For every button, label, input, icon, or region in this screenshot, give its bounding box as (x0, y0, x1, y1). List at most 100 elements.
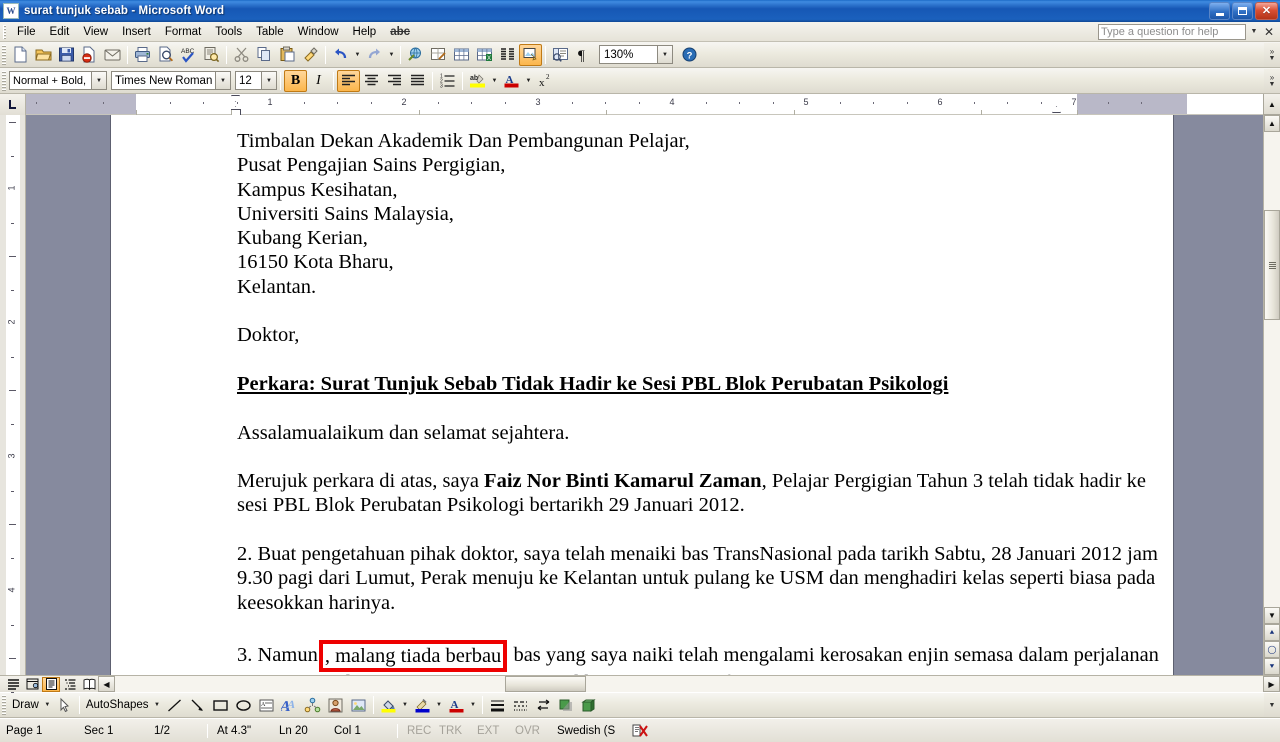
status-track-changes[interactable]: TRK (439, 725, 477, 737)
menu-format[interactable]: Format (158, 24, 208, 40)
menu-table[interactable]: Table (249, 24, 291, 40)
align-center-icon[interactable] (360, 70, 383, 92)
line-color-icon[interactable] (411, 694, 434, 716)
previous-page-button[interactable]: ⯅ (1264, 624, 1280, 641)
scroll-left-button[interactable]: ◀ (98, 676, 115, 692)
undo-dropdown-arrow-icon[interactable]: ▼ (352, 44, 363, 66)
scroll-down-button[interactable]: ▼ (1264, 607, 1280, 624)
print-layout-view-button[interactable] (42, 676, 60, 692)
document-body[interactable]: Timbalan Dekan Akademik Dan Pembangunan … (237, 129, 1173, 675)
menu-view[interactable]: View (76, 24, 115, 40)
redo-dropdown-arrow-icon[interactable]: ▼ (386, 44, 397, 66)
menubar-grip[interactable] (3, 24, 6, 39)
help-icon[interactable]: ? (678, 44, 701, 66)
email-icon[interactable] (101, 44, 124, 66)
next-page-button[interactable]: ⯆ (1264, 658, 1280, 675)
menu-file[interactable]: File (10, 24, 43, 40)
tab-stop-selector[interactable] (0, 94, 26, 115)
hyperlink-icon[interactable] (404, 44, 427, 66)
oval-icon[interactable] (232, 694, 255, 716)
scroll-up-button-top[interactable]: ▲ (1263, 94, 1280, 115)
justify-icon[interactable] (406, 70, 429, 92)
cut-scissors-icon[interactable] (230, 44, 253, 66)
autoshapes-dropdown-arrow-icon[interactable]: ▼ (152, 694, 163, 716)
vertical-scroll-track[interactable] (1264, 132, 1280, 607)
align-left-icon[interactable] (337, 69, 360, 92)
spelling-check-icon[interactable]: ABC (177, 44, 200, 66)
spelling-status-icon[interactable] (631, 723, 649, 739)
3d-style-icon[interactable] (578, 694, 601, 716)
status-record-macro[interactable]: REC (401, 725, 439, 737)
select-objects-icon[interactable] (53, 694, 76, 716)
italic-icon[interactable]: I (307, 70, 330, 92)
line-icon[interactable] (163, 694, 186, 716)
menu-tools[interactable]: Tools (208, 24, 249, 40)
ask-a-question-input[interactable]: Type a question for help (1098, 23, 1246, 40)
insert-excel-sheet-icon[interactable]: X (473, 44, 496, 66)
arrow-style-icon[interactable] (532, 694, 555, 716)
right-indent-marker[interactable] (1052, 106, 1061, 113)
permission-icon[interactable] (78, 44, 101, 66)
drawing-icon[interactable] (519, 43, 542, 66)
format-painter-icon[interactable] (299, 44, 322, 66)
chevron-down-icon[interactable]: ▼ (1248, 24, 1260, 40)
horizontal-scroll-track[interactable] (115, 676, 1263, 692)
show-formatting-icon[interactable]: ¶ (572, 44, 595, 66)
font-color-dropdown-arrow-icon[interactable]: ▼ (468, 694, 479, 716)
toolbar-options-overflow-button[interactable]: » ▼ (1264, 42, 1280, 67)
normal-view-button[interactable] (4, 677, 22, 692)
document-page[interactable]: Timbalan Dekan Akademik Dan Pembangunan … (110, 115, 1174, 675)
columns-icon[interactable] (496, 44, 519, 66)
redo-icon[interactable] (363, 44, 386, 66)
fill-color-icon[interactable] (377, 694, 400, 716)
draw-menu-button[interactable]: Draw (9, 699, 42, 711)
open-folder-icon[interactable] (32, 44, 55, 66)
research-icon[interactable] (200, 44, 223, 66)
standard-toolbar-grip[interactable] (2, 44, 6, 65)
status-extend-selection[interactable]: EXT (477, 725, 515, 737)
copy-icon[interactable] (253, 44, 276, 66)
outline-view-button[interactable] (61, 677, 79, 692)
formatting-toolbar-grip[interactable] (2, 70, 6, 91)
paste-icon[interactable] (276, 44, 299, 66)
bold-icon[interactable]: B (284, 69, 307, 92)
print-preview-icon[interactable] (154, 44, 177, 66)
font-name-combo-value[interactable]: Times New Roman (111, 71, 215, 90)
save-icon[interactable] (55, 44, 78, 66)
zoom-combo-value[interactable]: 130% (599, 45, 657, 64)
web-layout-view-button[interactable] (23, 677, 41, 692)
restore-button[interactable] (1232, 2, 1253, 20)
dash-style-icon[interactable] (509, 694, 532, 716)
fill-color-dropdown-arrow-icon[interactable]: ▼ (400, 694, 411, 716)
scroll-up-button[interactable]: ▲ (1264, 115, 1280, 132)
font-color-dropdown-arrow-icon[interactable]: ▼ (523, 70, 534, 92)
font-color-icon[interactable]: A (500, 70, 523, 92)
close-icon[interactable]: ✕ (1262, 25, 1276, 39)
shadow-style-icon[interactable] (555, 694, 578, 716)
print-icon[interactable] (131, 44, 154, 66)
horizontal-ruler[interactable]: 1 2 3 4 5 6 7 (26, 94, 1263, 115)
numbered-list-icon[interactable]: 123 (436, 70, 459, 92)
arrow-icon[interactable] (186, 694, 209, 716)
scroll-right-button[interactable]: ▶ (1263, 676, 1280, 692)
superscript-icon[interactable]: x2 (534, 70, 557, 92)
menu-spelling-toggle[interactable]: abc (383, 24, 417, 40)
font-color-icon[interactable]: A (445, 694, 468, 716)
insert-table-icon[interactable] (450, 44, 473, 66)
close-button[interactable]: ✕ (1255, 2, 1278, 20)
menu-edit[interactable]: Edit (43, 24, 77, 40)
line-color-dropdown-arrow-icon[interactable]: ▼ (434, 694, 445, 716)
document-map-icon[interactable] (549, 44, 572, 66)
status-language[interactable]: Swedish (S (557, 725, 631, 737)
clip-art-icon[interactable] (324, 694, 347, 716)
drawing-toolbar-grip[interactable] (2, 695, 6, 715)
align-right-icon[interactable] (383, 70, 406, 92)
style-dropdown-arrow-icon[interactable]: ▼ (91, 71, 107, 90)
font-size-combo-value[interactable]: 12 (235, 71, 261, 90)
document-canvas[interactable]: Timbalan Dekan Akademik Dan Pembangunan … (26, 115, 1263, 675)
vertical-scrollbar[interactable]: ▲ ▼ ⯅ ◯ ⯆ (1263, 115, 1280, 675)
undo-icon[interactable] (329, 44, 352, 66)
autoshapes-menu-button[interactable]: AutoShapes (83, 699, 152, 711)
formatting-toolbar-options-button[interactable]: » ▼ (1264, 68, 1280, 93)
text-box-icon[interactable]: A (255, 694, 278, 716)
